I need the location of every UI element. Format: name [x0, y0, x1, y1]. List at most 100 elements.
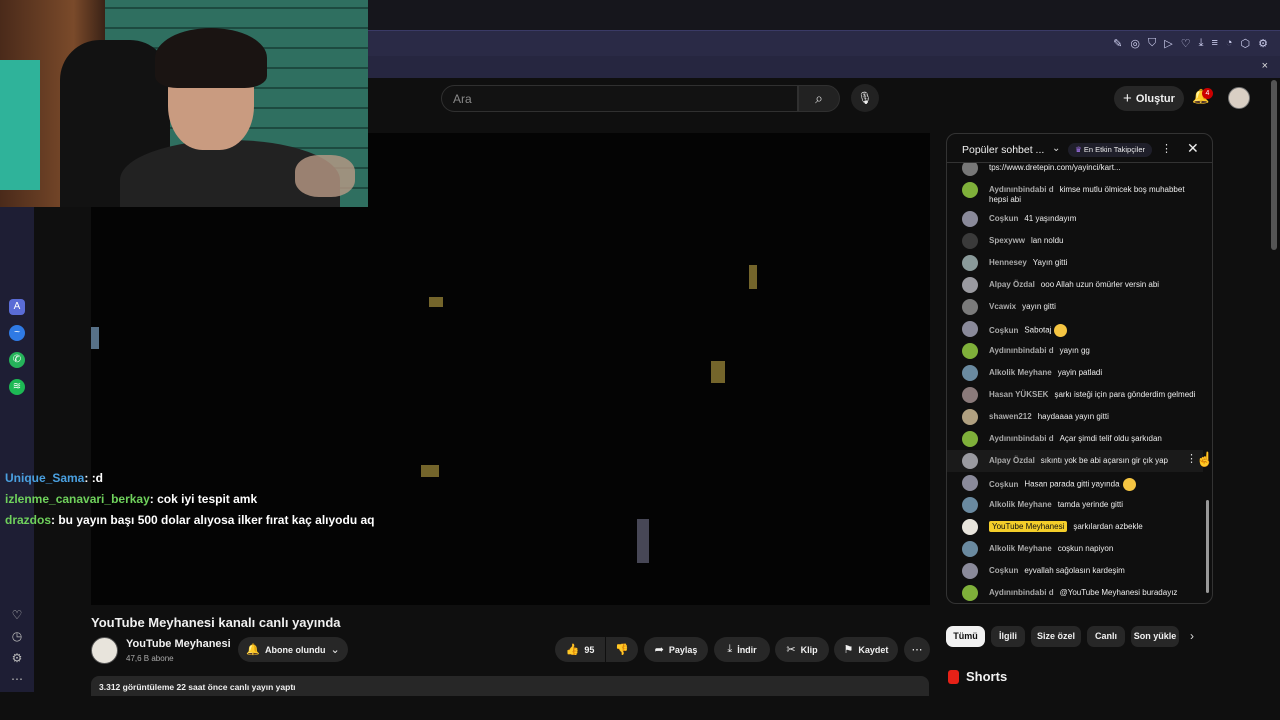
- video-player[interactable]: [91, 207, 930, 605]
- chat-message[interactable]: Aydınınbindabi d @YouTube Meyhanesi burad…: [947, 582, 1203, 601]
- chat-author-avatar[interactable]: [962, 163, 978, 176]
- heart-icon[interactable]: ♡: [1181, 37, 1191, 50]
- chip-recently-uploaded[interactable]: Son yükle: [1131, 626, 1179, 647]
- chat-message[interactable]: Coşkun 41 yaşındayım: [947, 208, 1203, 230]
- chat-author-name[interactable]: Coşkun: [989, 480, 1018, 489]
- camera-icon[interactable]: ◎: [1130, 37, 1140, 50]
- chat-message[interactable]: Aydınınbindabi d yayın gg: [947, 340, 1203, 362]
- chat-author-avatar[interactable]: [962, 365, 978, 381]
- chat-author-avatar[interactable]: [962, 321, 978, 337]
- chat-author-avatar[interactable]: [962, 563, 978, 579]
- chat-author-avatar[interactable]: [962, 497, 978, 513]
- more-icon[interactable]: ⋯: [9, 671, 25, 687]
- more-vertical-icon[interactable]: ⋮: [1161, 142, 1172, 155]
- chat-author-name[interactable]: Vcawix: [989, 302, 1016, 311]
- chat-author-avatar[interactable]: [962, 409, 978, 425]
- clip-button[interactable]: ✂ Klip: [775, 637, 829, 662]
- chat-author-name[interactable]: YouTube Meyhanesi: [989, 521, 1068, 532]
- chat-message[interactable]: YouTube Meyhanesi şarkılardan azbekle: [947, 516, 1203, 538]
- chat-author-avatar[interactable]: [962, 255, 978, 271]
- chat-message[interactable]: Alkolik Meyhane coşkun napiyon: [947, 538, 1203, 560]
- chat-author-avatar[interactable]: [962, 343, 978, 359]
- subscribe-button[interactable]: 🔔 Abone olundu ⌄: [238, 637, 348, 662]
- messenger-icon[interactable]: ~: [9, 325, 25, 341]
- chat-author-avatar[interactable]: [962, 387, 978, 403]
- page-scrollbar[interactable]: [1271, 80, 1277, 250]
- chip-live[interactable]: Canlı: [1087, 626, 1125, 647]
- chip-all[interactable]: Tümü: [946, 626, 985, 647]
- menu-icon[interactable]: ≡: [1211, 37, 1217, 50]
- chat-author-avatar[interactable]: [962, 453, 978, 469]
- chat-author-avatar[interactable]: [962, 541, 978, 557]
- play-icon[interactable]: ▷: [1164, 37, 1172, 50]
- extension-icon[interactable]: ⬡: [1241, 37, 1251, 50]
- search-input[interactable]: [442, 86, 797, 111]
- channel-avatar[interactable]: [91, 637, 118, 664]
- chat-message[interactable]: Spexyww lan noldu: [947, 230, 1203, 252]
- chat-message[interactable]: Alpay Özdal sıkıntı yok be abi açarsın gi…: [947, 450, 1203, 472]
- whatsapp-icon[interactable]: ✆: [9, 352, 25, 368]
- voice-search-button[interactable]: 🎙: [851, 84, 879, 112]
- chat-scrollbar-thumb[interactable]: [1206, 500, 1209, 593]
- channel-name[interactable]: YouTube Meyhanesi: [126, 638, 231, 650]
- chat-author-name[interactable]: Aydınınbindabi d: [989, 346, 1054, 355]
- like-button[interactable]: 👍 95: [555, 637, 605, 662]
- chevron-right-icon[interactable]: ›: [1190, 629, 1194, 643]
- share-button[interactable]: ➦ Paylaş: [644, 637, 708, 662]
- video-player-top[interactable]: [368, 133, 930, 207]
- shield-icon[interactable]: ⛉: [1148, 37, 1156, 50]
- chat-author-name[interactable]: Aydınınbindabi d: [989, 434, 1054, 443]
- dislike-button[interactable]: 👎: [606, 637, 638, 662]
- chat-mode-selector[interactable]: Popüler sohbet ...: [962, 144, 1044, 156]
- chat-message[interactable]: Coşkun Sabotaj: [947, 318, 1203, 340]
- chat-message[interactable]: Coşkun Hasan parada gitti yayında: [947, 472, 1203, 494]
- chat-author-name[interactable]: Hennesey: [989, 258, 1027, 267]
- top-fans-button[interactable]: ♛ En Etkin Takipçiler: [1068, 143, 1152, 157]
- settings-icon[interactable]: ⚙: [9, 650, 25, 666]
- chat-message[interactable]: Alpay Özdal ooo Allah uzun ömürler versin…: [947, 274, 1203, 296]
- close-icon[interactable]: ×: [1262, 60, 1268, 72]
- chat-author-name[interactable]: shawen212: [989, 412, 1032, 421]
- chevron-down-icon[interactable]: ⌄: [1052, 143, 1060, 154]
- chat-author-avatar[interactable]: [962, 585, 978, 601]
- chat-author-name[interactable]: Alpay Özdal: [989, 456, 1035, 465]
- chat-author-name[interactable]: Alkolik Meyhane: [989, 500, 1052, 509]
- download-button[interactable]: ⤓ İndir: [714, 637, 770, 662]
- chat-author-name[interactable]: Coşkun: [989, 326, 1018, 335]
- spotify-icon[interactable]: ≋: [9, 379, 25, 395]
- chat-message[interactable]: shawen212 haydaaaa yayın gitti: [947, 406, 1203, 428]
- settings-icon[interactable]: ⚙: [1258, 37, 1268, 50]
- chat-message[interactable]: Alkolik Meyhane tamda yerinde gitti: [947, 494, 1203, 516]
- chat-author-avatar[interactable]: [962, 475, 978, 491]
- chat-message[interactable]: tps://www.dretepin.com/yayinci/kart...: [947, 163, 1203, 179]
- chat-author-avatar[interactable]: [962, 277, 978, 293]
- profile-icon[interactable]: ◔: [1226, 37, 1233, 50]
- chat-message[interactable]: Vcawix yayın gitti: [947, 296, 1203, 318]
- chat-author-name[interactable]: Alkolik Meyhane: [989, 368, 1052, 377]
- chat-message-list[interactable]: tps://www.dretepin.com/yayinci/kart... Ay…: [947, 163, 1203, 601]
- chat-message[interactable]: Hennesey Yayın gitti: [947, 252, 1203, 274]
- chat-message[interactable]: Aydınınbindabi d Açar şimdi telif oldu şa…: [947, 428, 1203, 450]
- save-button[interactable]: ⚑ Kaydet: [834, 637, 898, 662]
- chat-author-name[interactable]: Aydınınbindabi d: [989, 185, 1054, 194]
- aria-icon[interactable]: A: [9, 299, 25, 315]
- chat-author-name[interactable]: Aydınınbindabi d: [989, 588, 1054, 597]
- history-icon[interactable]: ◷: [9, 628, 25, 644]
- chat-author-avatar[interactable]: [962, 519, 978, 535]
- download-icon[interactable]: ⤓: [1199, 37, 1204, 50]
- chat-author-name[interactable]: Alpay Özdal: [989, 280, 1035, 289]
- search-button[interactable]: ⌕: [798, 85, 840, 112]
- chat-author-name[interactable]: Coşkun: [989, 214, 1018, 223]
- chat-author-avatar[interactable]: [962, 182, 978, 198]
- chat-message[interactable]: Alkolik Meyhane yayin patladi: [947, 362, 1203, 384]
- chat-message[interactable]: Coşkun eyvallah sağolasın kardeşim: [947, 560, 1203, 582]
- heart-icon[interactable]: ♡: [9, 607, 25, 623]
- chip-for-you[interactable]: Size özel: [1031, 626, 1081, 647]
- more-actions-button[interactable]: ⋯: [904, 637, 930, 662]
- search-box[interactable]: [441, 85, 798, 112]
- chat-author-avatar[interactable]: [962, 233, 978, 249]
- chip-related[interactable]: İlgili: [991, 626, 1025, 647]
- close-icon[interactable]: ✕: [1187, 140, 1199, 157]
- chat-message[interactable]: Aydınınbindabi d kimse mutlu ölmicek boş …: [947, 179, 1203, 208]
- chat-author-name[interactable]: Coşkun: [989, 566, 1018, 575]
